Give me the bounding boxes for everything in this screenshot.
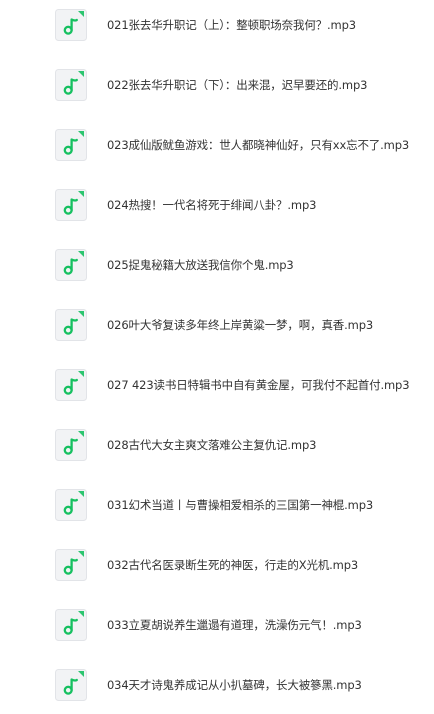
music-note-icon — [55, 249, 87, 281]
file-name: 027 423读书日特辑书中自有黄金屋，可我付不起首付.mp3 — [107, 378, 410, 392]
music-note-icon — [55, 549, 87, 581]
file-list-item[interactable]: 028古代大女主爽文落难公主复仇记.mp3 — [0, 423, 434, 467]
file-list-item[interactable]: 032古代名医录断生死的神医，行走的X光机.mp3 — [0, 543, 434, 587]
music-note-icon — [55, 129, 87, 161]
file-list-item[interactable]: 022张去华升职记（下）：出来混，迟早要还的.mp3 — [0, 63, 434, 107]
file-name: 024热搜！一代名将死于绯闻八卦？.mp3 — [107, 198, 317, 212]
file-name: 028古代大女主爽文落难公主复仇记.mp3 — [107, 438, 317, 452]
file-name: 034天才诗鬼养成记从小扒墓碑，长大被篸黑.mp3 — [107, 678, 362, 692]
music-note-icon — [55, 369, 87, 401]
file-name: 021张去华升职记（上）：整顿职场奈我何？.mp3 — [107, 18, 356, 32]
file-list-item[interactable]: 025捉鬼秘籍大放送我信你个鬼.mp3 — [0, 243, 434, 287]
file-name: 023成仙版鱿鱼游戏：世人都晓神仙好，只有xx忘不了.mp3 — [107, 138, 410, 152]
file-list: 021张去华升职记（上）：整顿职场奈我何？.mp3 022张去华升职记（下）：出… — [0, 0, 434, 714]
file-list-item[interactable]: 021张去华升职记（上）：整顿职场奈我何？.mp3 — [0, 3, 434, 47]
file-name: 031幻术当道丨与曹操相爱相杀的三国第一神棍.mp3 — [107, 498, 374, 512]
file-list-item[interactable]: 031幻术当道丨与曹操相爱相杀的三国第一神棍.mp3 — [0, 483, 434, 527]
file-list-item[interactable]: 026叶大爷复读多年终上岸黄粱一梦，啊，真香.mp3 — [0, 303, 434, 347]
music-note-icon — [55, 609, 87, 641]
file-name: 033立夏胡说养生邋遢有道理，洗澡伤元气！.mp3 — [107, 618, 362, 632]
music-note-icon — [55, 489, 87, 521]
music-note-icon — [55, 429, 87, 461]
file-name: 026叶大爷复读多年终上岸黄粱一梦，啊，真香.mp3 — [107, 318, 374, 332]
music-note-icon — [55, 669, 87, 701]
file-name: 022张去华升职记（下）：出来混，迟早要还的.mp3 — [107, 78, 368, 92]
file-name: 025捉鬼秘籍大放送我信你个鬼.mp3 — [107, 258, 294, 272]
music-note-icon — [55, 9, 87, 41]
music-note-icon — [55, 69, 87, 101]
file-list-item[interactable]: 023成仙版鱿鱼游戏：世人都晓神仙好，只有xx忘不了.mp3 — [0, 123, 434, 167]
music-note-icon — [55, 189, 87, 221]
file-list-item[interactable]: 033立夏胡说养生邋遢有道理，洗澡伤元气！.mp3 — [0, 603, 434, 647]
file-list-item[interactable]: 034天才诗鬼养成记从小扒墓碑，长大被篸黑.mp3 — [0, 663, 434, 707]
file-list-item[interactable]: 027 423读书日特辑书中自有黄金屋，可我付不起首付.mp3 — [0, 363, 434, 407]
file-list-item[interactable]: 024热搜！一代名将死于绯闻八卦？.mp3 — [0, 183, 434, 227]
music-note-icon — [55, 309, 87, 341]
file-name: 032古代名医录断生死的神医，行走的X光机.mp3 — [107, 558, 359, 572]
